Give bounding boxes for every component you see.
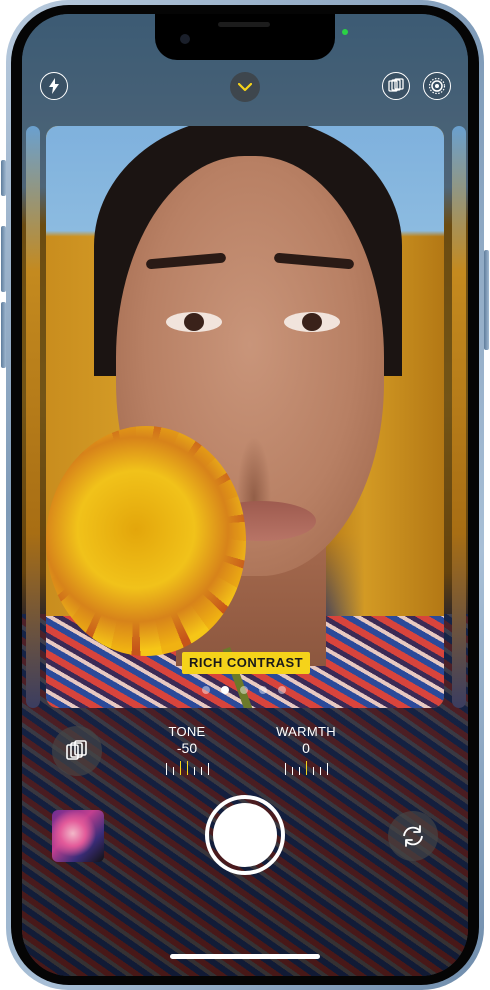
power-button [484,250,489,350]
style-dot-5[interactable] [278,686,286,694]
warmth-control[interactable]: WARMTH 0 [268,724,344,775]
photographic-styles-button[interactable] [52,726,102,776]
lightning-bolt-icon [49,78,59,94]
next-style-preview[interactable] [452,126,466,708]
tone-slider[interactable] [152,759,222,775]
photographic-styles-button-top[interactable] [382,72,410,100]
warmth-label: WARMTH [276,724,336,739]
earpiece-speaker [218,22,270,27]
camera-flip-icon [403,825,423,847]
expand-controls-button[interactable] [230,72,260,102]
style-dot-1[interactable] [202,686,210,694]
shutter-button[interactable] [205,795,285,875]
warmth-slider[interactable] [268,759,344,775]
chevron-down-icon [238,82,252,91]
notch [155,14,335,60]
tone-control[interactable]: TONE -50 [152,724,222,775]
tone-label: TONE [168,724,206,739]
flash-button[interactable] [40,72,68,100]
photographic-style-name: RICH CONTRAST [182,652,311,674]
photographic-styles-icon [66,740,87,760]
previous-style-preview[interactable] [26,126,40,708]
style-page-indicator[interactable] [202,686,286,694]
camera-screen: RICH CONTRAST TONE -50 WARMTH 0 [22,14,468,976]
last-photo-thumbnail[interactable] [52,810,104,862]
live-photo-button[interactable] [423,72,451,100]
front-camera [180,34,190,44]
left-eye [166,312,222,332]
style-dot-2[interactable] [221,686,229,694]
style-preview-card[interactable] [46,126,444,708]
live-photo-icon [428,77,446,95]
style-dot-3[interactable] [240,686,248,694]
flower [46,426,246,656]
preview-nose [234,426,274,506]
shutter-inner [213,803,277,867]
tone-value: -50 [176,740,198,756]
home-indicator[interactable] [170,954,320,959]
style-dot-4[interactable] [259,686,267,694]
camera-flip-button[interactable] [388,811,438,861]
camera-in-use-indicator [342,29,348,35]
warmth-value: 0 [302,740,310,756]
right-eye [284,312,340,332]
photographic-styles-icon [388,78,404,92]
